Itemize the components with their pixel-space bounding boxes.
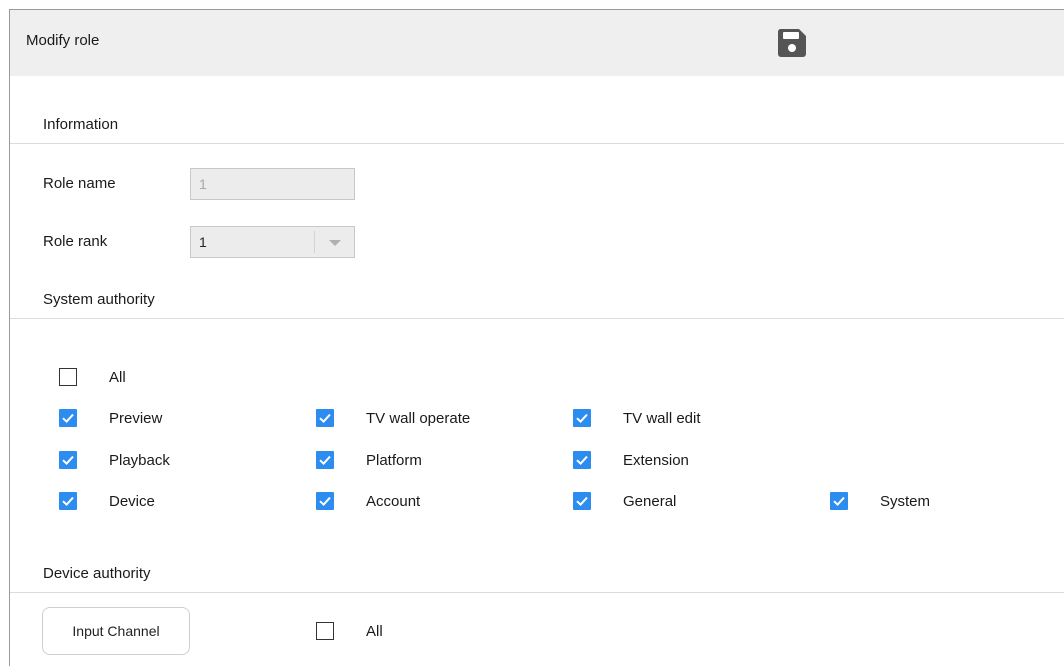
checkbox-checked-icon — [59, 492, 77, 510]
role-rank-select[interactable]: 1 — [190, 226, 355, 258]
role-rank-value: 1 — [199, 234, 207, 250]
device-authority-section-title: Device authority — [43, 565, 151, 582]
modify-role-panel: Modify role Information Role name Role r… — [9, 9, 1064, 666]
device-all-checkbox[interactable]: All — [316, 620, 383, 642]
divider — [10, 318, 1064, 319]
role-name-label: Role name — [43, 175, 116, 192]
save-icon — [777, 29, 806, 57]
system-authority-section-title: System authority — [43, 291, 155, 308]
checkbox-checked-icon — [573, 451, 591, 469]
system-all-label: All — [109, 368, 126, 386]
checkbox-label: Extension — [623, 451, 689, 469]
checkbox-system[interactable]: System — [830, 490, 930, 512]
checkbox-label: TV wall edit — [623, 409, 701, 427]
chevron-down-icon — [329, 240, 341, 246]
checkbox-general[interactable]: General — [573, 490, 676, 512]
checkbox-unchecked-icon — [316, 622, 334, 640]
checkbox-label: General — [623, 492, 677, 510]
checkbox-checked-icon — [573, 492, 591, 510]
checkbox-label: Device — [109, 492, 155, 510]
checkbox-device[interactable]: Device — [59, 490, 155, 512]
checkbox-label: Preview — [109, 409, 163, 427]
checkbox-label: System — [880, 492, 931, 510]
checkbox-label: TV wall operate — [366, 409, 471, 427]
checkbox-checked-icon — [59, 451, 77, 469]
checkbox-checked-icon — [316, 492, 334, 510]
checkbox-extension[interactable]: Extension — [573, 449, 689, 471]
role-name-input[interactable] — [190, 168, 355, 200]
checkbox-checked-icon — [316, 451, 334, 469]
checkbox-tv-wall-operate[interactable]: TV wall operate — [316, 407, 470, 429]
checkbox-label: Playback — [109, 451, 170, 469]
checkbox-preview[interactable]: Preview — [59, 407, 162, 429]
system-all-checkbox[interactable]: All — [59, 366, 126, 388]
role-rank-label: Role rank — [43, 233, 108, 250]
checkbox-playback[interactable]: Playback — [59, 449, 170, 471]
divider — [10, 592, 1064, 593]
select-separator — [314, 231, 315, 253]
input-channel-button[interactable]: Input Channel — [42, 607, 190, 655]
save-button[interactable] — [776, 27, 808, 59]
checkbox-checked-icon — [59, 409, 77, 427]
divider — [10, 143, 1064, 144]
checkbox-label: Platform — [366, 451, 422, 469]
checkbox-unchecked-icon — [59, 368, 77, 386]
device-all-label: All — [366, 622, 383, 640]
checkbox-label: Account — [366, 492, 421, 510]
checkbox-checked-icon — [573, 409, 591, 427]
checkbox-tv-wall-edit[interactable]: TV wall edit — [573, 407, 701, 429]
checkbox-platform[interactable]: Platform — [316, 449, 422, 471]
header-bar: Modify role — [10, 10, 1064, 76]
checkbox-account[interactable]: Account — [316, 490, 420, 512]
checkbox-checked-icon — [830, 492, 848, 510]
information-section-title: Information — [43, 116, 119, 133]
checkbox-checked-icon — [316, 409, 334, 427]
page-title: Modify role — [26, 32, 100, 49]
